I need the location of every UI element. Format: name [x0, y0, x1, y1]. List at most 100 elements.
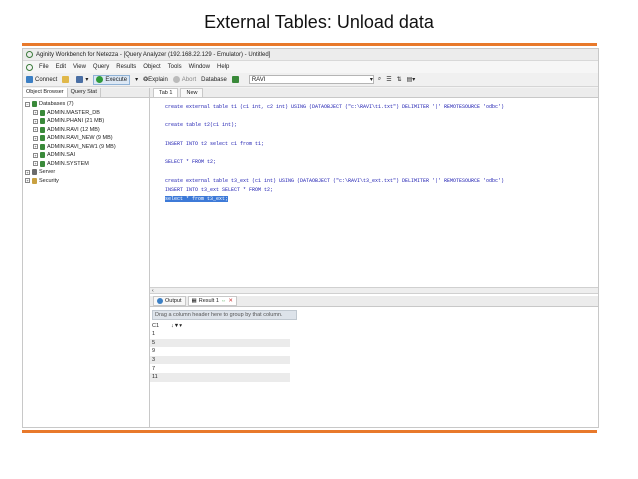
expand-icon[interactable]: +: [33, 135, 38, 141]
database-icon: [40, 135, 45, 142]
expand-icon[interactable]: +: [33, 127, 38, 133]
tab-object-browser[interactable]: Object Browser: [23, 88, 68, 97]
column-header[interactable]: C1 ↓▼▾: [150, 322, 290, 330]
chevron-down-icon: ▾: [369, 77, 373, 83]
database-icon: [40, 152, 45, 159]
collapse-icon[interactable]: −: [25, 101, 30, 107]
object-tree: − Databases (7) + ADMIN.MASTER_DB + ADMIN.…: [23, 98, 149, 185]
connect-button[interactable]: Connect: [26, 76, 57, 83]
expand-icon[interactable]: +: [33, 110, 38, 116]
table-row[interactable]: 9: [150, 347, 290, 356]
tree-label: ADMIN.SYSTEM: [47, 160, 89, 167]
tree-item[interactable]: + ADMIN.RAVI_NEW1 (9 MB): [25, 143, 149, 152]
connect-label: Connect: [35, 76, 58, 83]
database-icon: [40, 160, 45, 167]
comment-button[interactable]: ⇅: [397, 76, 402, 83]
grid-icon: ▦: [191, 298, 197, 304]
table-row[interactable]: 1: [150, 330, 290, 339]
expand-icon[interactable]: +: [33, 144, 38, 150]
expand-icon[interactable]: +: [25, 178, 30, 184]
tree-security[interactable]: + Security: [25, 177, 149, 186]
abort-button[interactable]: Abort: [172, 76, 197, 83]
table-row[interactable]: 5: [150, 338, 290, 348]
tree-server[interactable]: + Server: [25, 168, 149, 177]
database-label: Database: [201, 76, 227, 83]
code-line: create table t2(c1 int);: [165, 122, 238, 129]
find-button[interactable]: ⌕: [378, 76, 381, 83]
table-row[interactable]: 3: [150, 355, 290, 365]
execute-button[interactable]: Execute: [93, 74, 131, 85]
open-button[interactable]: [62, 76, 71, 83]
tree-item[interactable]: + ADMIN.RAVI (12 MB): [25, 126, 149, 135]
column-filter-icon[interactable]: ↓▼▾: [171, 323, 182, 329]
tab-result-1[interactable]: ▦ Result 1 ⇔ ✕: [187, 296, 238, 306]
menu-query[interactable]: Query: [93, 64, 109, 70]
tree-label: Databases (7): [39, 101, 74, 108]
explain-button[interactable]: ❂ Explain: [143, 76, 168, 84]
pin-icon[interactable]: ⇔: [221, 298, 227, 304]
title-bar: Aginity Workbench for Netezza - [Query A…: [23, 49, 598, 61]
app-menu-icon[interactable]: [26, 63, 33, 71]
menu-tools[interactable]: Tools: [168, 64, 182, 70]
database-icon-wrap: [231, 76, 241, 83]
save-button[interactable]: ▾: [76, 76, 88, 83]
expand-icon[interactable]: +: [33, 118, 38, 124]
tab-query-1[interactable]: Tab 1: [153, 88, 179, 97]
tab-query-stat[interactable]: Query Stat: [68, 88, 101, 97]
result-grid: Drag a column header here to group by th…: [150, 308, 598, 427]
server-icon: [32, 169, 37, 176]
databases-icon: [32, 101, 37, 108]
table-row[interactable]: 7: [150, 364, 290, 373]
app-window: Aginity Workbench for Netezza - [Query A…: [22, 48, 599, 428]
expand-icon[interactable]: +: [33, 161, 38, 167]
tab-output[interactable]: Output: [153, 296, 186, 306]
database-icon: [40, 126, 45, 133]
save-icon: [76, 76, 84, 83]
options-icon: ▤▾: [406, 77, 416, 83]
menu-view[interactable]: View: [73, 64, 86, 70]
main-area: Object Browser Query Stat − Databases (7…: [23, 88, 598, 427]
app-icon: [26, 51, 33, 58]
group-by-panel[interactable]: Drag a column header here to group by th…: [152, 310, 297, 320]
query-panel: Tab 1 New create external table t1 (c1 i…: [150, 88, 598, 427]
tree-item[interactable]: + ADMIN.SYSTEM: [25, 160, 149, 169]
object-browser-panel: Object Browser Query Stat − Databases (7…: [23, 88, 150, 427]
format-button[interactable]: ☰: [386, 76, 391, 83]
menu-help[interactable]: Help: [217, 64, 229, 70]
window-title: Aginity Workbench for Netezza - [Query A…: [36, 51, 271, 58]
abort-label: Abort: [181, 76, 197, 83]
search-icon: ⌕: [377, 76, 382, 82]
sql-editor[interactable]: create external table t1 (c1 int, c2 int…: [150, 99, 598, 287]
options-button[interactable]: ▤▾: [407, 76, 416, 83]
tree-item[interactable]: + ADMIN.PHANI (21 MB): [25, 117, 149, 126]
result-tabs: Output ▦ Result 1 ⇔ ✕: [150, 296, 598, 307]
menu-edit[interactable]: Edit: [56, 64, 66, 70]
tab-new[interactable]: New: [180, 88, 204, 97]
tree-databases[interactable]: − Databases (7): [25, 100, 149, 109]
editor-scrollbar[interactable]: ‹: [150, 287, 598, 294]
menu-results[interactable]: Results: [116, 64, 136, 70]
tree-label: ADMIN.PHANI (21 MB): [47, 118, 105, 125]
tree-label: ADMIN.MASTER_DB: [47, 109, 100, 116]
code-line: create external table t3_ext (c1 int) US…: [165, 177, 505, 184]
menu-object[interactable]: Object: [143, 64, 160, 70]
close-icon[interactable]: ✕: [228, 298, 233, 304]
execute-dropdown[interactable]: ▾: [135, 76, 138, 83]
tab-output-label: Output: [165, 298, 182, 304]
output-icon: [157, 298, 163, 304]
expand-icon[interactable]: +: [25, 169, 30, 175]
tree-item[interactable]: + ADMIN.RAVI_NEW (9 MB): [25, 134, 149, 143]
connect-icon: [26, 76, 33, 83]
menu-file[interactable]: File: [39, 64, 49, 70]
expand-icon[interactable]: +: [33, 152, 38, 158]
code-line-selected: select * from t3_ext;: [165, 195, 598, 205]
list-icon: ☰: [386, 77, 392, 83]
tree-item[interactable]: + ADMIN.SAI: [25, 151, 149, 160]
menu-window[interactable]: Window: [189, 64, 210, 70]
table-row[interactable]: 11: [150, 372, 290, 382]
database-select[interactable]: RAVI ▾: [248, 75, 374, 84]
tree-item[interactable]: + ADMIN.MASTER_DB: [25, 109, 149, 118]
